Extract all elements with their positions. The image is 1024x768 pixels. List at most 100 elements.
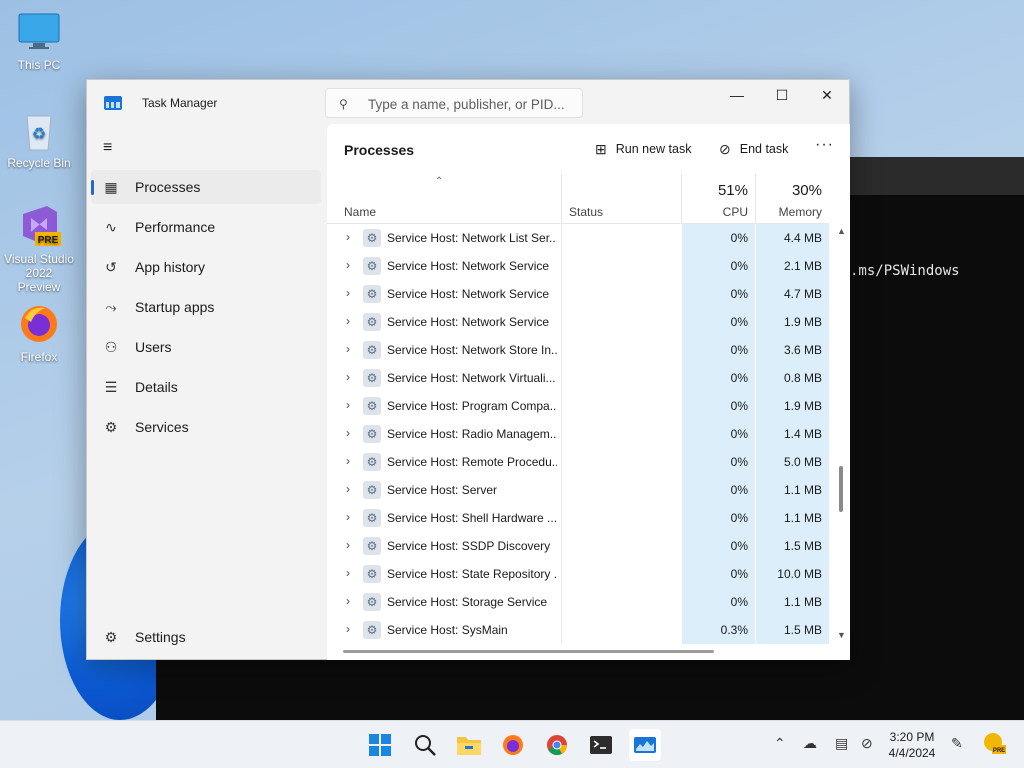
expand-chevron-icon[interactable]: › bbox=[346, 594, 350, 608]
table-row[interactable]: › ⚙ Service Host: SysMain 0.3% 1.5 MB bbox=[327, 616, 829, 644]
table-row[interactable]: › ⚙ Service Host: Network Service 0% 1.9 MB bbox=[327, 308, 829, 336]
expand-chevron-icon[interactable]: › bbox=[346, 622, 350, 636]
desktop-icon-label: Recycle Bin bbox=[7, 156, 71, 170]
column-header-cpu[interactable]: CPU bbox=[682, 205, 748, 219]
sidebar-item-performance[interactable]: ∿ Performance bbox=[91, 210, 321, 244]
title-bar: Task Manager ⚲ — ☐ ✕ bbox=[87, 80, 849, 124]
process-list: › ⚙ Service Host: Network List Ser... 0% 4.4… bbox=[327, 224, 829, 644]
process-cpu: 0% bbox=[730, 287, 748, 301]
file-explorer-icon[interactable] bbox=[453, 729, 485, 761]
notification-icon[interactable]: ✎ bbox=[951, 735, 963, 752]
expand-chevron-icon[interactable]: › bbox=[346, 538, 350, 552]
svg-text:PRE: PRE bbox=[993, 748, 1005, 754]
page-title: Processes bbox=[344, 142, 415, 158]
monitor-icon bbox=[17, 10, 61, 54]
table-row[interactable]: › ⚙ Service Host: Shell Hardware ... 0% 1.1 … bbox=[327, 504, 829, 532]
expand-chevron-icon[interactable]: › bbox=[346, 426, 350, 440]
run-new-task-button[interactable]: ⊞ Run new task bbox=[595, 138, 691, 160]
search-icon[interactable] bbox=[409, 729, 441, 761]
table-row[interactable]: › ⚙ Service Host: Radio Managem... 0% 1.4 MB bbox=[327, 420, 829, 448]
visual-studio-icon: PRE bbox=[17, 204, 61, 248]
task-manager-taskbar-icon[interactable] bbox=[629, 729, 661, 761]
close-button[interactable]: ✕ bbox=[804, 80, 850, 110]
sidebar-item-processes[interactable]: ▦ Processes bbox=[91, 170, 321, 204]
desktop-icon-firefox[interactable]: Firefox bbox=[3, 302, 75, 364]
expand-chevron-icon[interactable]: › bbox=[346, 258, 350, 272]
sidebar-item-label: Performance bbox=[135, 219, 216, 235]
sidebar-item-app-history[interactable]: ↺ App history bbox=[91, 250, 321, 284]
scroll-down-arrow-icon[interactable]: ▼ bbox=[837, 630, 846, 640]
process-cpu: 0% bbox=[730, 483, 748, 497]
minimize-button[interactable]: — bbox=[714, 80, 760, 110]
system-clock[interactable]: 3:20 PM 4/4/2024 bbox=[880, 729, 944, 761]
maximize-button[interactable]: ☐ bbox=[759, 80, 805, 110]
expand-chevron-icon[interactable]: › bbox=[346, 286, 350, 300]
expand-chevron-icon[interactable]: › bbox=[346, 510, 350, 524]
expand-chevron-icon[interactable]: › bbox=[346, 454, 350, 468]
process-memory: 1.5 MB bbox=[783, 623, 822, 637]
expand-chevron-icon[interactable]: › bbox=[346, 342, 350, 356]
run-new-task-icon: ⊞ bbox=[595, 140, 607, 157]
cpu-total-percent[interactable]: 51% bbox=[682, 182, 748, 199]
vertical-scrollbar[interactable]: ▲ ▼ bbox=[835, 226, 849, 644]
horizontal-scrollbar[interactable] bbox=[343, 650, 714, 653]
expand-chevron-icon[interactable]: › bbox=[346, 230, 350, 244]
copilot-preview-icon[interactable]: PRE bbox=[982, 731, 1006, 758]
desktop-icon-recycle-bin[interactable]: ♻ Recycle Bin bbox=[3, 108, 75, 170]
terminal-icon[interactable] bbox=[585, 729, 617, 761]
table-row[interactable]: › ⚙ Service Host: Network Service 0% 2.1 MB bbox=[327, 252, 829, 280]
table-row[interactable]: › ⚙ Service Host: Server 0% 1.1 MB bbox=[327, 476, 829, 504]
more-options-icon[interactable]: ··· bbox=[815, 136, 834, 154]
sidebar-item-startup-apps[interactable]: ⤳ Startup apps bbox=[91, 290, 321, 324]
memory-total-percent[interactable]: 30% bbox=[756, 182, 822, 199]
sidebar-item-details[interactable]: ☰ Details bbox=[91, 370, 321, 404]
cloud-offline-icon[interactable]: ☁ bbox=[803, 735, 817, 752]
scroll-up-arrow-icon[interactable]: ▲ bbox=[837, 226, 846, 236]
service-host-gear-icon: ⚙ bbox=[363, 621, 381, 639]
table-row[interactable]: › ⚙ Service Host: State Repository ... 0% 10… bbox=[327, 560, 829, 588]
network-icon[interactable]: ▤ bbox=[835, 735, 848, 752]
column-header-name[interactable]: Name bbox=[344, 205, 376, 219]
expand-chevron-icon[interactable]: › bbox=[346, 566, 350, 580]
show-hidden-icons-chevron-icon[interactable]: ⌃ bbox=[774, 735, 786, 752]
expand-chevron-icon[interactable]: › bbox=[346, 398, 350, 412]
volume-muted-icon[interactable]: ⊘ bbox=[861, 735, 873, 752]
start-icon[interactable] bbox=[364, 729, 396, 761]
table-row[interactable]: › ⚙ Service Host: Network Virtuali... 0% 0.8… bbox=[327, 364, 829, 392]
column-header-status[interactable]: Status bbox=[569, 205, 603, 219]
sidebar-item-users[interactable]: ⚇ Users bbox=[91, 330, 321, 364]
hamburger-menu-icon[interactable]: ≡ bbox=[103, 140, 119, 156]
sidebar-item-settings[interactable]: ⚙ Settings bbox=[91, 620, 321, 654]
expand-chevron-icon[interactable]: › bbox=[346, 482, 350, 496]
process-cpu: 0% bbox=[730, 259, 748, 273]
sidebar-item-services[interactable]: ⚙ Services bbox=[91, 410, 321, 444]
service-host-gear-icon: ⚙ bbox=[363, 425, 381, 443]
table-row[interactable]: › ⚙ Service Host: Remote Procedu... 0% 5.0 M… bbox=[327, 448, 829, 476]
expand-chevron-icon[interactable]: › bbox=[346, 370, 350, 384]
process-memory: 1.4 MB bbox=[783, 427, 822, 441]
desktop-icon-this-pc[interactable]: This PC bbox=[3, 10, 75, 72]
chrome-icon[interactable] bbox=[541, 729, 573, 761]
process-name: Service Host: Shell Hardware ... bbox=[387, 511, 557, 525]
task-manager-icon bbox=[104, 96, 122, 110]
firefox-taskbar-icon[interactable] bbox=[497, 729, 529, 761]
search-input[interactable] bbox=[368, 95, 573, 113]
scrollbar-thumb[interactable] bbox=[839, 466, 843, 512]
service-host-gear-icon: ⚙ bbox=[363, 285, 381, 303]
end-task-button[interactable]: ⊘ End task bbox=[719, 138, 788, 160]
search-box[interactable]: ⚲ bbox=[325, 88, 583, 118]
table-row[interactable]: › ⚙ Service Host: SSDP Discovery 0% 1.5 MB bbox=[327, 532, 829, 560]
sidebar: ≡ ▦ Processes ∿ Performance ↺ App histor… bbox=[87, 124, 325, 660]
table-row[interactable]: › ⚙ Service Host: Network Service 0% 4.7 MB bbox=[327, 280, 829, 308]
table-row[interactable]: › ⚙ Service Host: Program Compa... 0% 1.9 MB bbox=[327, 392, 829, 420]
table-row[interactable]: › ⚙ Service Host: Network Store In... 0% 3.6… bbox=[327, 336, 829, 364]
table-row[interactable]: › ⚙ Service Host: Network List Ser... 0% 4.4… bbox=[327, 224, 829, 252]
expand-chevron-icon[interactable]: › bbox=[346, 314, 350, 328]
service-host-gear-icon: ⚙ bbox=[363, 593, 381, 611]
settings-gear-icon: ⚙ bbox=[104, 628, 118, 645]
column-headers: ⌃ Name Status 51% CPU 30% Memory bbox=[327, 174, 829, 224]
table-row[interactable]: › ⚙ Service Host: Storage Service 0% 1.1 MB bbox=[327, 588, 829, 616]
end-task-label: End task bbox=[739, 142, 789, 156]
column-header-memory[interactable]: Memory bbox=[756, 205, 822, 219]
desktop-icon-visual-studio[interactable]: PRE Visual Studio 2022 Preview bbox=[3, 204, 75, 294]
